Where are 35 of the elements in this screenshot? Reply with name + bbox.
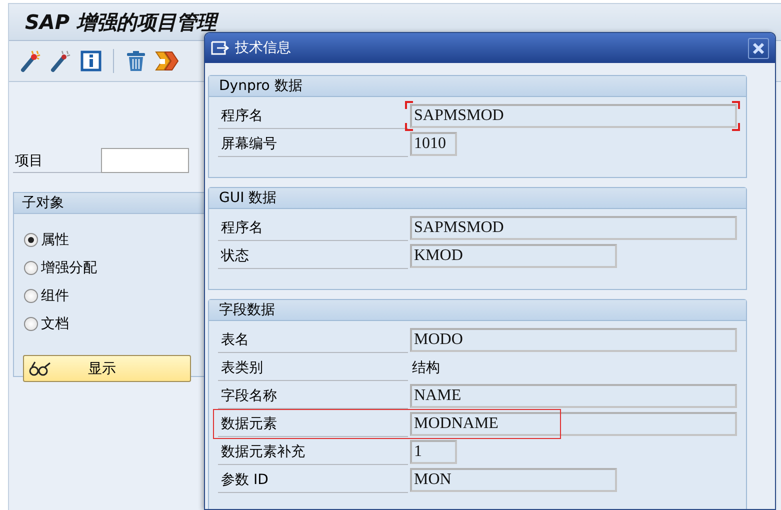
field-label: 数据元素 [218,410,408,437]
field-label: 状态 [218,242,408,269]
field-label: 屏幕编号 [218,130,408,157]
display-button[interactable]: 显示 [23,355,191,382]
close-icon [752,42,765,54]
project-input[interactable] [101,148,189,173]
dialog-icon [211,40,229,56]
section-title: 字段数据 [219,302,275,318]
radio-label[interactable]: 增强分配 [41,259,97,277]
magic-wand-icon[interactable] [49,49,73,73]
close-button[interactable] [748,38,769,58]
field-value: 结构 [412,359,440,377]
field-label: 字段名称 [218,382,408,409]
section-title: Dynpro 数据 [219,78,302,94]
radio-button[interactable] [24,289,38,303]
field-label: 表名 [218,326,408,353]
field-label: 表类别 [218,354,408,381]
input-field[interactable]: SAPMSMOD [405,101,740,131]
field-label: 参数 ID [218,466,408,493]
radio-label[interactable]: 文档 [41,315,69,333]
dialog-title: 技术信息 [235,39,291,57]
group-title: 子对象 [22,195,64,211]
field-label: 程序名 [218,214,408,241]
radio-label[interactable]: 属性 [41,231,69,249]
radio-button[interactable] [24,261,38,275]
trash-icon[interactable] [124,49,148,73]
info-icon[interactable] [79,49,103,73]
field-label: 数据元素补充 [218,438,408,465]
radio-label[interactable]: 组件 [41,287,69,305]
window-title: SAP 增强的项目管理 [25,8,217,36]
test-run-icon[interactable] [154,49,180,73]
radio-button[interactable] [24,317,38,331]
section-title: GUI 数据 [219,190,277,206]
magic-wand-icon[interactable] [19,49,43,73]
radio-button[interactable] [24,233,38,247]
